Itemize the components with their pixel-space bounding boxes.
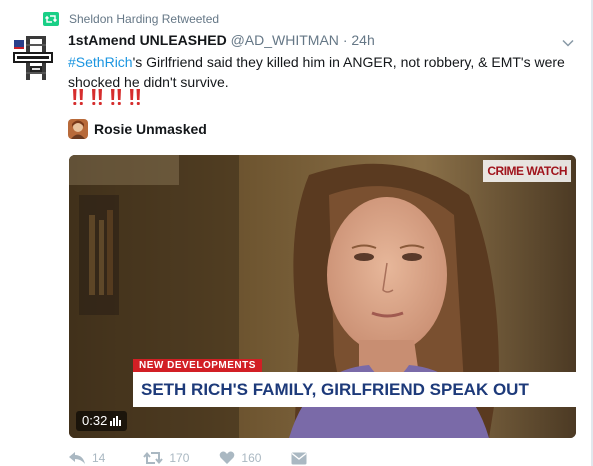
envelope-icon (291, 452, 307, 464)
retweet-count: 170 (169, 451, 190, 465)
reply-icon (69, 452, 85, 464)
video-duration: 0:32 (76, 411, 128, 431)
like-count: 160 (241, 451, 262, 465)
tweet-timestamp[interactable]: 24h (351, 32, 374, 48)
direct-message-button[interactable] (291, 452, 307, 465)
heart-icon (220, 451, 235, 464)
card-author-avatar[interactable] (68, 119, 88, 139)
retweet-icon (43, 12, 59, 26)
news-headline: SETH RICH'S FAMILY, GIRLFRIEND SPEAK OUT (133, 372, 576, 407)
chevron-down-icon[interactable] (562, 34, 574, 47)
duration-text: 0:32 (82, 413, 108, 428)
author-avatar[interactable] (12, 32, 54, 82)
volume-icon (110, 416, 122, 426)
card-author-name[interactable]: Rosie Unmasked (94, 121, 207, 137)
retweet-action-icon (143, 451, 164, 465)
emoji-row (71, 88, 142, 108)
tweet-body: 's Girlfriend said they killed him in AN… (68, 54, 565, 90)
retweeted-by-label[interactable]: Sheldon Harding Retweeted (69, 12, 219, 26)
retweet-button[interactable]: 170 (143, 451, 189, 465)
double-exclamation-icon (130, 89, 140, 105)
tweet-actions: 14 170 160 (68, 450, 307, 466)
author-handle[interactable]: @AD_WHITMAN (231, 32, 339, 48)
separator-dot: · (342, 32, 348, 48)
author-display-name[interactable]: 1stAmend UNLEASHED (68, 32, 227, 48)
card-author[interactable]: Rosie Unmasked (68, 118, 207, 140)
double-exclamation-icon (92, 89, 102, 105)
double-exclamation-icon (73, 89, 83, 105)
network-logo-text: CRIME WATCH (487, 164, 567, 178)
like-button[interactable]: 160 (219, 451, 261, 465)
tweet-header: 1stAmend UNLEASHED @AD_WHITMAN · 24h (68, 32, 375, 48)
reply-button[interactable]: 14 (68, 451, 105, 465)
retweet-context: Sheldon Harding Retweeted (43, 10, 219, 28)
tweet-text: #SethRich's Girlfriend said they killed … (68, 52, 583, 92)
hashtag-link[interactable]: #SethRich (68, 54, 133, 70)
news-tag: NEW DEVELOPMENTS (133, 359, 262, 373)
reply-count: 14 (92, 451, 106, 465)
video-player[interactable]: CRIME WATCH NEW DEVELOPMENTS SETH RICH'S… (69, 155, 576, 438)
network-logo: CRIME WATCH (483, 160, 571, 182)
double-exclamation-icon (111, 89, 121, 105)
